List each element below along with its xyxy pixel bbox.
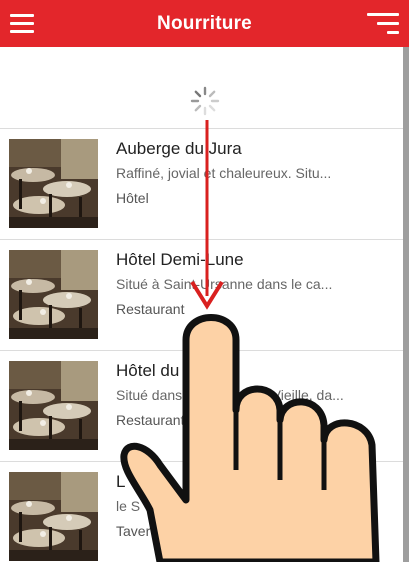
item-title: Hôtel du xyxy=(116,361,180,380)
hamburger-menu-icon[interactable] xyxy=(10,14,34,34)
app-screen: Nourriture Auberge du Jura Raffiné, jovi… xyxy=(0,0,409,562)
scrollbar[interactable] xyxy=(403,47,409,562)
app-header: Nourriture xyxy=(0,0,409,47)
restaurant-thumbnail xyxy=(9,250,98,339)
item-description: Situé dans le quartier de Vieille, da... xyxy=(116,387,344,403)
filter-icon[interactable] xyxy=(367,13,399,35)
page-title: Nourriture xyxy=(157,12,252,34)
item-title: L xyxy=(116,472,126,491)
restaurant-thumbnail xyxy=(9,361,98,450)
item-description: Situé à Saint-Ursanne dans le ca... xyxy=(116,276,333,292)
item-title: Hôtel Demi-Lune xyxy=(116,250,244,269)
item-description: Raffiné, jovial et chaleureux. Situ... xyxy=(116,165,332,181)
item-category: Taver xyxy=(116,523,151,539)
list-item[interactable]: L le S Taver xyxy=(0,461,403,562)
item-title: Auberge du Jura xyxy=(116,139,242,158)
restaurant-thumbnail xyxy=(9,472,98,561)
restaurant-thumbnail xyxy=(9,139,98,228)
item-category: Restaurant xyxy=(116,412,185,428)
item-description: le S xyxy=(116,498,141,514)
list-item[interactable]: Hôtel Demi-Lune Situé à Saint-Ursanne da… xyxy=(0,239,403,350)
loading-spinner-icon xyxy=(190,86,220,116)
item-category: Restaurant xyxy=(116,301,185,317)
list-item[interactable]: Hôtel du Situé dans le quartier de Vieil… xyxy=(0,350,403,461)
item-category: Hôtel xyxy=(116,190,149,206)
list-item[interactable]: Auberge du Jura Raffiné, jovial et chale… xyxy=(0,128,403,239)
listing-list: Auberge du Jura Raffiné, jovial et chale… xyxy=(0,128,403,562)
